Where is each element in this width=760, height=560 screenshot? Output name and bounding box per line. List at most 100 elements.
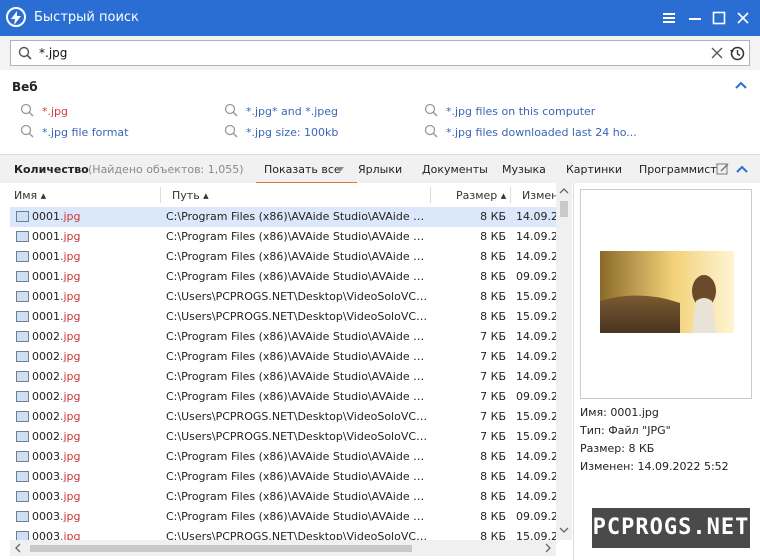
collapse-web-icon[interactable] <box>735 80 747 90</box>
table-row[interactable]: 0003.jpg C:\Program Files (x86)\AVAide St… <box>10 507 556 527</box>
file-name: 0003.jpg <box>32 490 81 503</box>
file-size: 8 КБ <box>480 530 506 540</box>
image-file-icon <box>16 391 29 402</box>
table-row[interactable]: 0002.jpg C:\Program Files (x86)\AVAide St… <box>10 367 556 387</box>
file-name: 0001.jpg <box>32 310 81 323</box>
file-modified: 14.09.2022 <box>516 350 556 363</box>
image-file-icon <box>16 531 29 540</box>
search-icon <box>424 103 438 117</box>
results-header: Имя ▴ Путь ▴ Размер ▴ Измен <box>10 183 570 208</box>
file-path: C:\Program Files (x86)\AVAide Studio\AVA… <box>166 250 428 263</box>
table-row[interactable]: 0001.jpg C:\Users\PCPROGS.NET\Desktop\Vid… <box>10 307 556 327</box>
column-header-size[interactable]: Размер ▴ <box>456 189 506 202</box>
file-modified: 15.09.2022 <box>516 530 556 540</box>
file-modified: 14.09.2022 <box>516 470 556 483</box>
file-modified: 14.09.2022 <box>516 250 556 263</box>
scroll-left-icon[interactable] <box>14 543 22 553</box>
image-file-icon <box>16 271 29 282</box>
table-row[interactable]: 0002.jpg C:\Program Files (x86)\AVAide St… <box>10 387 556 407</box>
column-header-name[interactable]: Имя ▴ <box>14 189 46 202</box>
image-file-icon <box>16 431 29 442</box>
horizontal-scroll-thumb[interactable] <box>30 545 412 552</box>
maximize-icon[interactable] <box>710 9 728 27</box>
file-size: 7 КБ <box>480 390 506 403</box>
file-path: C:\Program Files (x86)\AVAide Studio\AVA… <box>166 330 428 343</box>
table-row[interactable]: 0003.jpg C:\Program Files (x86)\AVAide St… <box>10 467 556 487</box>
chevron-down-icon[interactable] <box>336 167 344 173</box>
table-row[interactable]: 0001.jpg C:\Program Files (x86)\AVAide St… <box>10 227 556 247</box>
file-name: 0003.jpg <box>32 530 81 540</box>
file-path: C:\Program Files (x86)\AVAide Studio\AVA… <box>166 270 428 283</box>
web-suggestion[interactable]: *.jpg <box>20 103 68 118</box>
filter-bar: Количество (Найдено объектов: 1,055) Пок… <box>0 154 760 184</box>
vertical-scrollbar[interactable] <box>556 183 572 540</box>
web-suggestion[interactable]: *.jpg size: 100kb <box>224 124 338 139</box>
scroll-down-icon[interactable] <box>559 526 569 534</box>
table-row[interactable]: 0002.jpg C:\Program Files (x86)\AVAide St… <box>10 327 556 347</box>
search-input[interactable]: *.jpg <box>10 40 750 66</box>
tab-documents[interactable]: Документы <box>422 163 488 176</box>
table-row[interactable]: 0002.jpg C:\Users\PCPROGS.NET\Desktop\Vid… <box>10 427 556 447</box>
file-name: 0001.jpg <box>32 250 81 263</box>
file-path: C:\Program Files (x86)\AVAide Studio\AVA… <box>166 370 428 383</box>
search-icon <box>424 124 438 138</box>
web-section-title: Веб <box>12 80 38 94</box>
file-modified: 15.09.2022 <box>516 290 556 303</box>
table-row[interactable]: 0001.jpg C:\Users\PCPROGS.NET\Desktop\Vid… <box>10 287 556 307</box>
edit-icon[interactable] <box>716 162 730 176</box>
clear-icon[interactable] <box>711 47 723 59</box>
tab-shortcuts[interactable]: Ярлыки <box>358 163 402 176</box>
table-row[interactable]: 0001.jpg C:\Program Files (x86)\AVAide St… <box>10 267 556 287</box>
file-path: C:\Program Files (x86)\AVAide Studio\AVA… <box>166 490 428 503</box>
table-row[interactable]: 0002.jpg C:\Users\PCPROGS.NET\Desktop\Vid… <box>10 407 556 427</box>
file-name: 0003.jpg <box>32 510 81 523</box>
web-suggestion[interactable]: *.jpg files downloaded last 24 ho... <box>424 124 637 139</box>
table-row[interactable]: 0003.jpg C:\Program Files (x86)\AVAide St… <box>10 447 556 467</box>
file-path: C:\Program Files (x86)\AVAide Studio\AVA… <box>166 390 428 403</box>
search-icon <box>18 46 32 60</box>
scroll-up-icon[interactable] <box>559 187 569 195</box>
vertical-scroll-thumb[interactable] <box>560 201 568 217</box>
scroll-right-icon[interactable] <box>544 543 552 553</box>
file-size: 8 КБ <box>480 490 506 503</box>
menu-icon[interactable] <box>660 9 678 27</box>
tab-pictures[interactable]: Картинки <box>566 163 622 176</box>
tab-music[interactable]: Музыка <box>502 163 546 176</box>
web-suggestion[interactable]: *.jpg files on this computer <box>424 103 595 118</box>
tab-programmer[interactable]: Программист <box>639 163 717 176</box>
image-file-icon <box>16 291 29 302</box>
file-path: C:\Users\PCPROGS.NET\Desktop\VideoSoloVC… <box>166 290 428 303</box>
search-icon <box>224 124 238 138</box>
table-row[interactable]: 0003.jpg C:\Program Files (x86)\AVAide St… <box>10 487 556 507</box>
file-name: 0003.jpg <box>32 450 81 463</box>
minimize-icon[interactable] <box>686 9 704 27</box>
column-header-path[interactable]: Путь ▴ <box>172 189 209 202</box>
image-file-icon <box>16 331 29 342</box>
table-row[interactable]: 0003.jpg C:\Users\PCPROGS.NET\Desktop\Vid… <box>10 527 556 540</box>
table-row[interactable]: 0001.jpg C:\Program Files (x86)\AVAide St… <box>10 207 556 227</box>
file-modified: 15.09.2022 <box>516 410 556 423</box>
tab-show-all[interactable]: Показать все <box>256 163 357 184</box>
file-modified: 14.09.2022 <box>516 230 556 243</box>
file-name: 0001.jpg <box>32 270 81 283</box>
web-suggestion[interactable]: *.jpg file format <box>20 124 128 139</box>
file-size: 8 КБ <box>480 250 506 263</box>
file-path: C:\Users\PCPROGS.NET\Desktop\VideoSoloVC… <box>166 410 428 423</box>
column-header-modified[interactable]: Измен <box>522 189 558 202</box>
collapse-results-icon[interactable] <box>736 164 748 174</box>
count-label: Количество <box>14 163 89 176</box>
file-modified: 14.09.2022 <box>516 330 556 343</box>
file-path: C:\Program Files (x86)\AVAide Studio\AVA… <box>166 350 428 363</box>
table-row[interactable]: 0001.jpg C:\Program Files (x86)\AVAide St… <box>10 247 556 267</box>
file-size: 8 КБ <box>480 450 506 463</box>
horizontal-scrollbar[interactable] <box>10 540 556 556</box>
image-file-icon <box>16 311 29 322</box>
history-icon[interactable] <box>729 45 745 61</box>
file-name: 0001.jpg <box>32 290 81 303</box>
close-icon[interactable] <box>734 9 752 27</box>
web-suggestion[interactable]: *.jpg* and *.jpeg <box>224 103 338 118</box>
table-row[interactable]: 0002.jpg C:\Program Files (x86)\AVAide St… <box>10 347 556 367</box>
file-size: 8 КБ <box>480 310 506 323</box>
image-file-icon <box>16 211 29 222</box>
file-path: C:\Program Files (x86)\AVAide Studio\AVA… <box>166 510 428 523</box>
